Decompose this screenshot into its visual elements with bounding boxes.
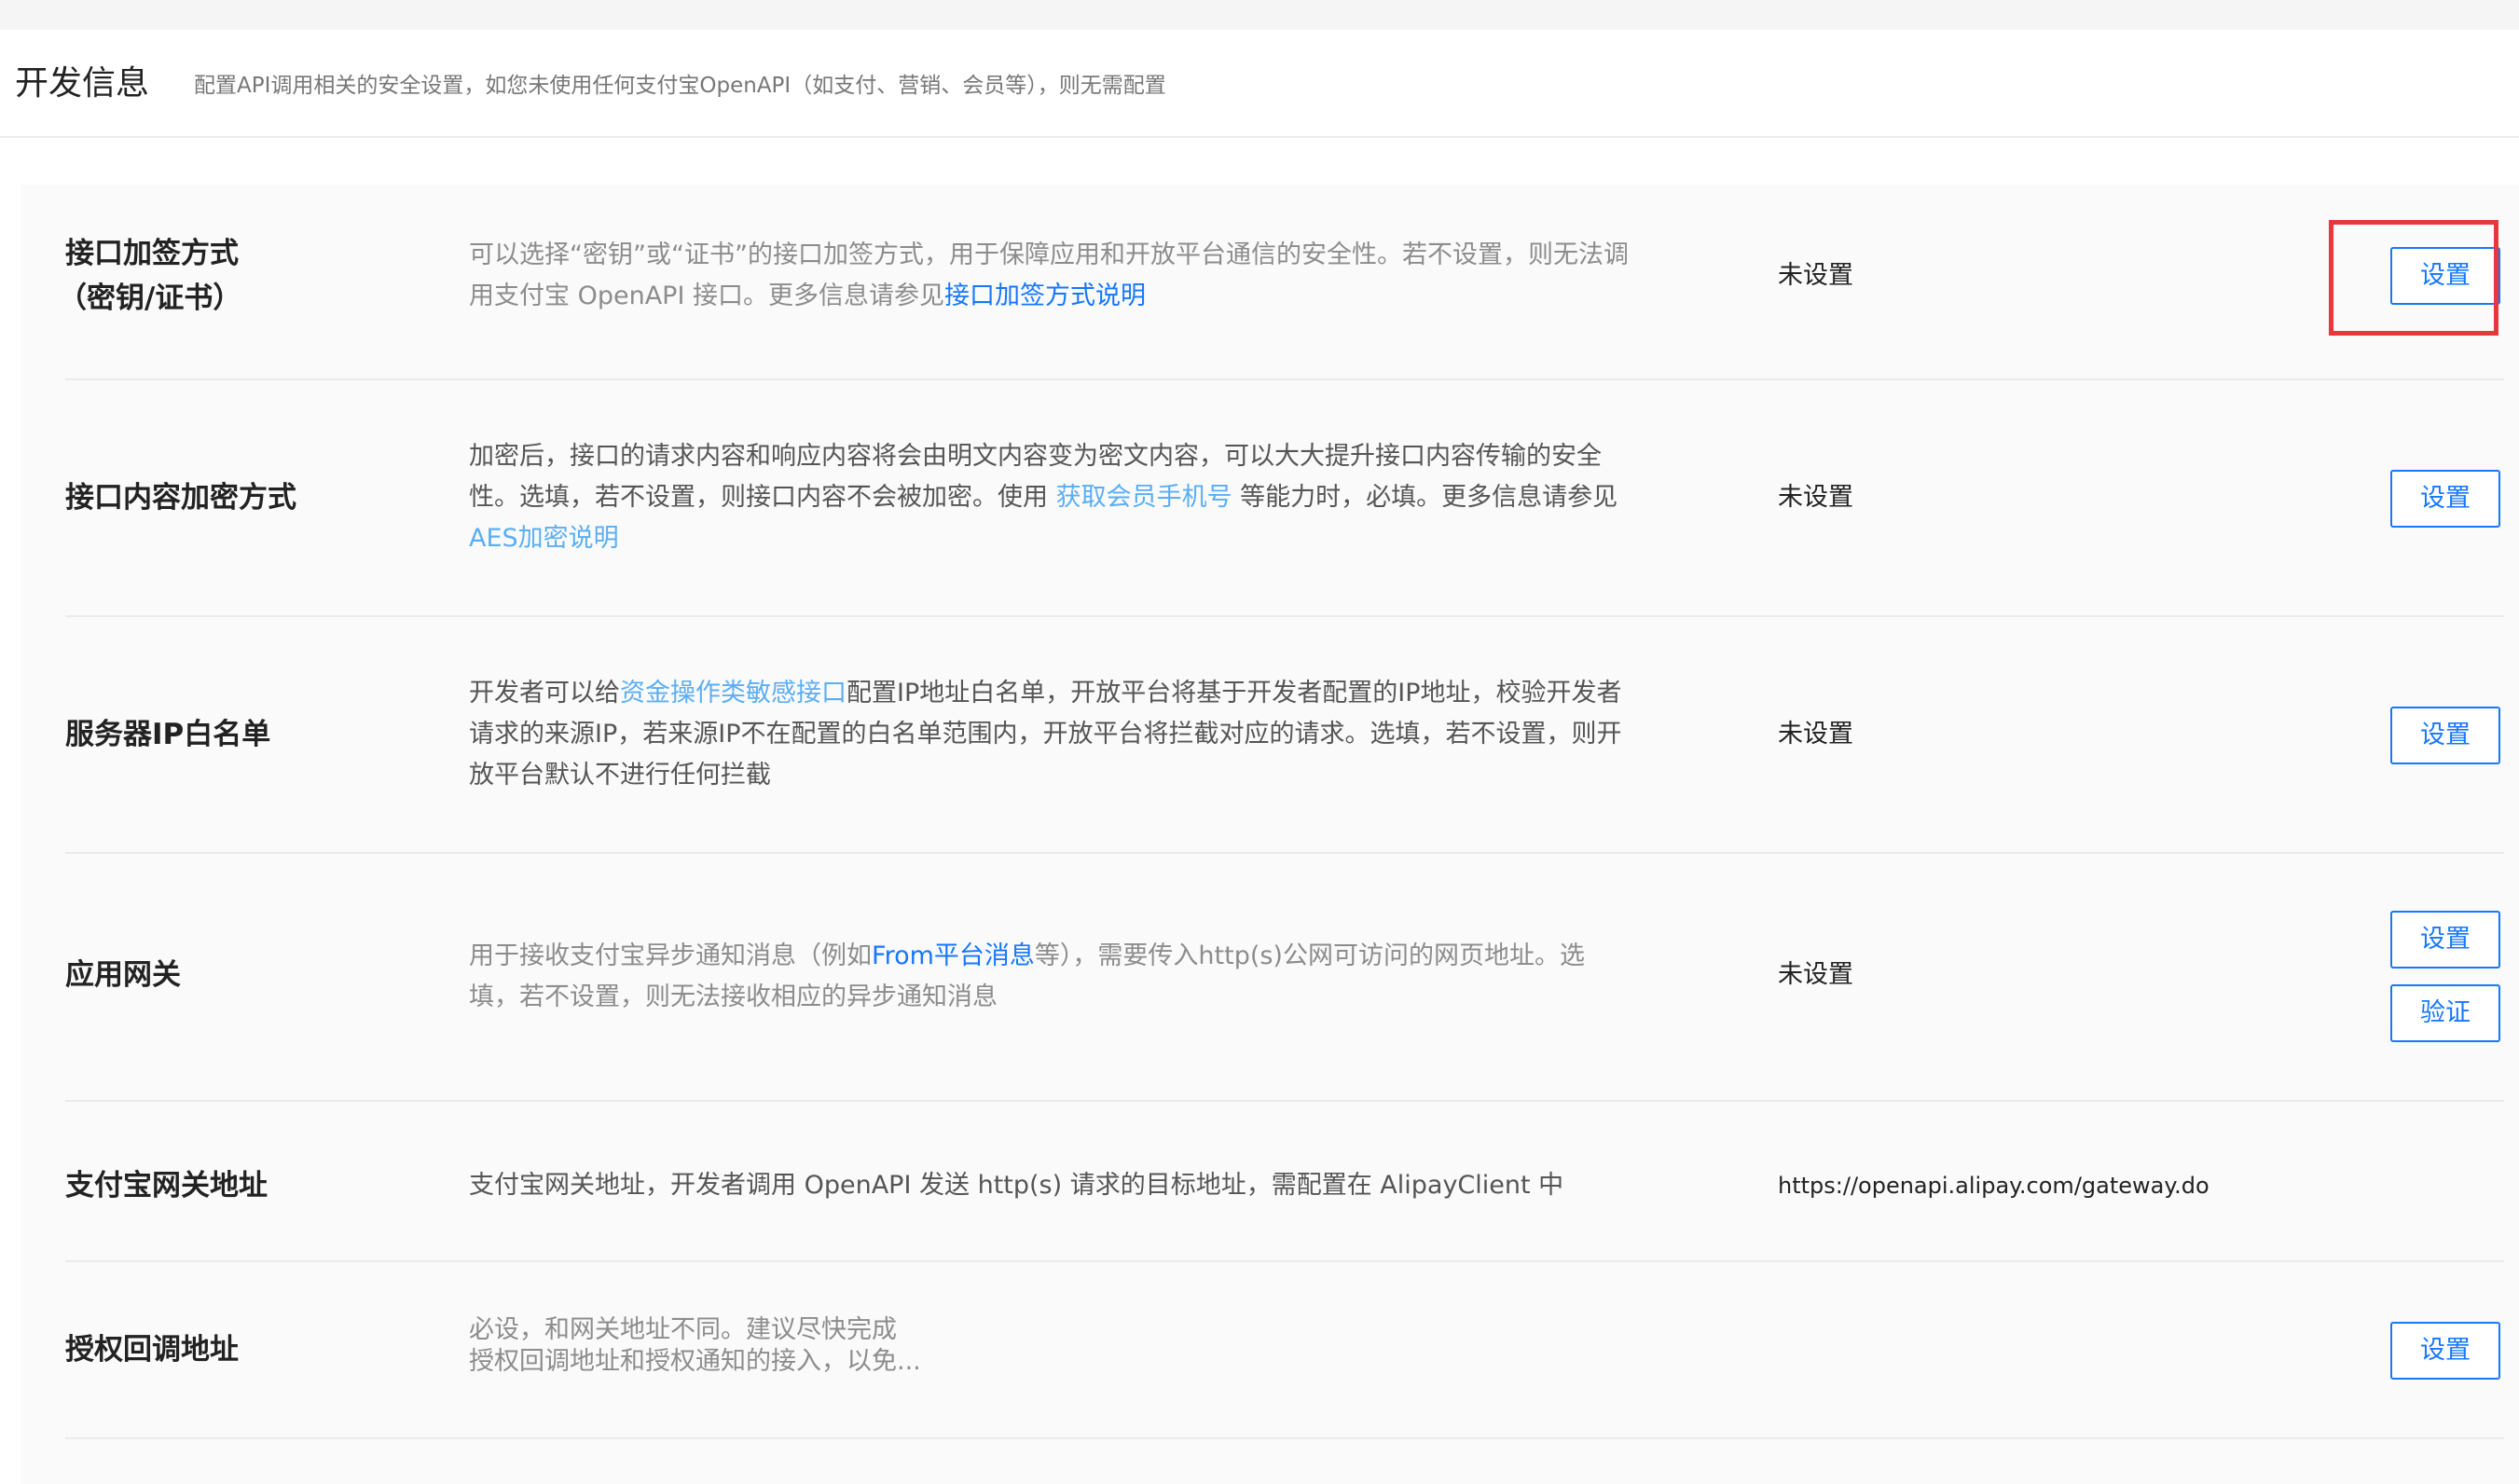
platform-message-link[interactable]: From平台消息	[872, 941, 1035, 970]
row-ip-whitelist: 服务器IP白名单 开发者可以给资金操作类敏感接口配置IP地址白名单，开放平台将基…	[65, 617, 2504, 854]
sensitive-api-link[interactable]: 资金操作类敏感接口	[620, 679, 847, 708]
member-phone-link[interactable]: 获取会员手机号	[1056, 483, 1232, 512]
signing-method-doc-link[interactable]: 接口加签方式说明	[944, 282, 1146, 310]
app-gateway-verify-button[interactable]: 验证	[2390, 984, 2500, 1042]
row-auth-callback: 授权回调地址 必设，和网关地址不同。建议尽快完成 授权回调地址和授权通知的接入，…	[65, 1262, 2504, 1439]
row-title-app-gateway: 应用网关	[65, 958, 181, 992]
desc-text: 等），需要传入http(s)公网可访问的网页地址。选	[1034, 941, 1585, 970]
app-gateway-set-button[interactable]: 设置	[2390, 911, 2500, 969]
ip-whitelist-status-value: 未设置	[1778, 720, 1853, 749]
desc-line: 填，若不设置，则无法接收相应的异步通知消息	[469, 982, 998, 1011]
signing-status-value: 未设置	[1778, 261, 1853, 290]
desc-line: 用于接收支付宝异步通知消息（例如From平台消息等），需要传入http(s)公网…	[469, 936, 1681, 977]
row-title-auth-callback: 授权回调地址	[65, 1333, 239, 1367]
settings-panel: 接口加签方式 （密钥/证书） 可以选择“密钥”或“证书”的接口加签方式，用于保障…	[21, 185, 2519, 1484]
row-desc-auth-callback: 必设，和网关地址不同。建议尽快完成 授权回调地址和授权通知的接入，以免...	[469, 1314, 1681, 1378]
ip-whitelist-set-button[interactable]: 设置	[2390, 707, 2500, 764]
desc-line: AES加密说明	[469, 518, 1681, 559]
row-title-signing-line2: （密钥/证书）	[58, 282, 242, 315]
signing-set-button[interactable]: 设置	[2390, 247, 2500, 305]
auth-callback-set-button[interactable]: 设置	[2390, 1322, 2500, 1380]
page: 开发信息 配置API调用相关的安全设置，如您未使用任何支付宝OpenAPI（如支…	[0, 0, 2519, 1484]
desc-line: 可以选择“密钥”或“证书”的接口加签方式，用于保障应用和开放平台通信的安全性。若…	[469, 240, 1629, 269]
desc-line: 用支付宝 OpenAPI 接口。更多信息请参见接口加签方式说明	[469, 276, 1681, 317]
desc-text: 开发者可以给	[469, 679, 620, 708]
desc-text: 配置IP地址白名单，开放平台将基于开发者配置的IP地址，校验开发者	[847, 679, 1622, 708]
desc-text: 用于接收支付宝异步通知消息（例如	[469, 941, 872, 970]
row-title-ip-whitelist: 服务器IP白名单	[65, 718, 271, 751]
row-title-encryption: 接口内容加密方式	[65, 481, 296, 515]
desc-line: 放平台默认不进行任何拦截	[469, 761, 771, 790]
page-title: 开发信息	[15, 64, 150, 103]
encryption-status-value: 未设置	[1778, 483, 1853, 512]
aes-doc-link[interactable]: AES加密说明	[469, 524, 619, 553]
row-content-encryption: 接口内容加密方式 加密后，接口的请求内容和响应内容将会由明文内容变为密文内容，可…	[65, 380, 2504, 617]
row-title-signing-line1: 接口加签方式	[65, 237, 239, 270]
row-title-alipay-gateway: 支付宝网关地址	[65, 1169, 268, 1202]
page-description: 配置API调用相关的安全设置，如您未使用任何支付宝OpenAPI（如支付、营销、…	[194, 74, 1166, 98]
desc-line: 加密后，接口的请求内容和响应内容将会由明文内容变为密文内容，可以大大提升接口内容…	[469, 442, 1602, 471]
row-alipay-gateway: 支付宝网关地址 支付宝网关地址，开发者调用 OpenAPI 发送 http(s)…	[65, 1102, 2504, 1262]
row-desc-alipay-gateway: 支付宝网关地址，开发者调用 OpenAPI 发送 http(s) 请求的目标地址…	[469, 1171, 1564, 1200]
desc-text: 等能力时，必填。更多信息请参见	[1232, 483, 1618, 512]
app-gateway-status-value: 未设置	[1778, 960, 1853, 989]
alipay-gateway-url-value: https://openapi.alipay.com/gateway.do	[1778, 1173, 2209, 1199]
desc-line: 开发者可以给资金操作类敏感接口配置IP地址白名单，开放平台将基于开发者配置的IP…	[469, 673, 1681, 714]
row-app-gateway: 应用网关 用于接收支付宝异步通知消息（例如From平台消息等），需要传入http…	[65, 854, 2504, 1102]
encryption-set-button[interactable]: 设置	[2390, 470, 2500, 528]
desc-line: 授权回调地址和授权通知的接入，以免...	[469, 1347, 921, 1376]
row-desc-encryption: 加密后，接口的请求内容和响应内容将会由明文内容变为密文内容，可以大大提升接口内容…	[469, 436, 1681, 559]
row-desc-signing: 可以选择“密钥”或“证书”的接口加签方式，用于保障应用和开放平台通信的安全性。若…	[469, 235, 1681, 317]
section-header: 开发信息 配置API调用相关的安全设置，如您未使用任何支付宝OpenAPI（如支…	[0, 30, 2519, 138]
desc-line: 请求的来源IP，若来源IP不在配置的白名单范围内，开放平台将拦截对应的请求。选填…	[469, 720, 1622, 749]
row-signing-method: 接口加签方式 （密钥/证书） 可以选择“密钥”或“证书”的接口加签方式，用于保障…	[58, 185, 2504, 380]
desc-text: 性。选填，若不设置，则接口内容不会被加密。使用	[469, 483, 1056, 512]
desc-text: 用支付宝 OpenAPI 接口。更多信息请参见	[469, 282, 944, 310]
row-desc-ip-whitelist: 开发者可以给资金操作类敏感接口配置IP地址白名单，开放平台将基于开发者配置的IP…	[469, 673, 1681, 796]
desc-line: 性。选填，若不设置，则接口内容不会被加密。使用 获取会员手机号 等能力时，必填。…	[469, 477, 1681, 518]
desc-line: 必设，和网关地址不同。建议尽快完成	[469, 1315, 897, 1344]
row-desc-app-gateway: 用于接收支付宝异步通知消息（例如From平台消息等），需要传入http(s)公网…	[469, 936, 1681, 1018]
